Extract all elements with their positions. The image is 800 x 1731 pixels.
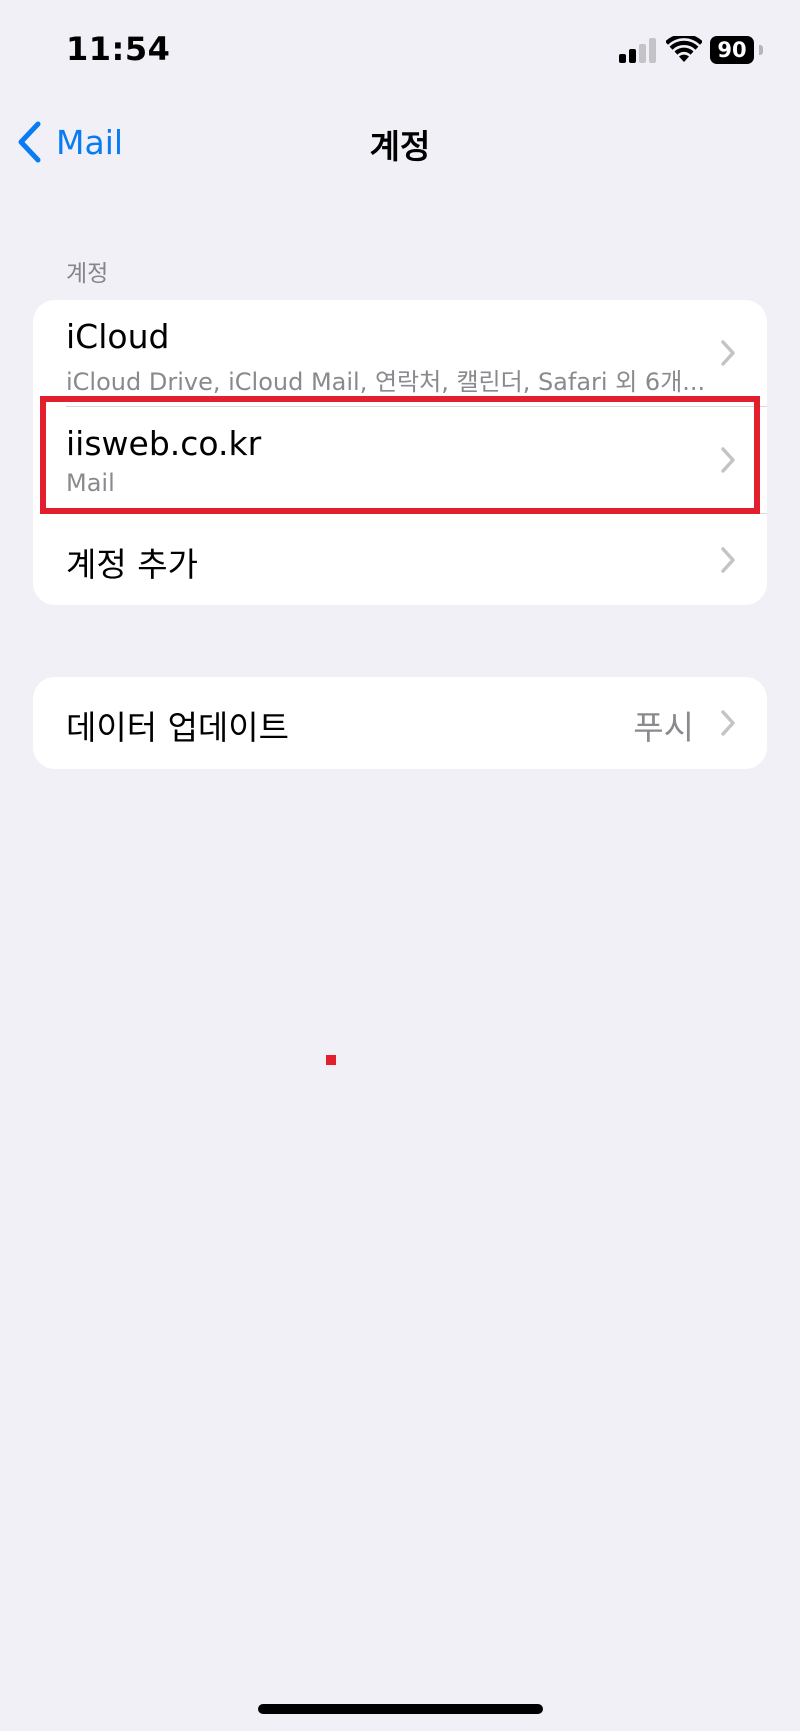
account-title: iCloud (66, 317, 170, 356)
account-row-iisweb[interactable]: iisweb.co.kr Mail (33, 407, 767, 513)
wifi-icon (665, 33, 703, 64)
accounts-list: iCloud iCloud Drive, iCloud Mail, 연락처, 캘… (33, 300, 767, 605)
click-marker (326, 1055, 336, 1065)
chevron-right-icon (721, 710, 735, 736)
chevron-right-icon (721, 547, 735, 573)
account-subtitle: Mail (66, 469, 115, 497)
page-title: 계정 (369, 127, 431, 166)
battery-icon: 90 (710, 36, 763, 64)
status-time: 11:54 (66, 30, 171, 68)
section-header-accounts: 계정 (66, 261, 109, 287)
add-account-label: 계정 추가 (66, 545, 198, 584)
chevron-right-icon (721, 340, 735, 366)
fetch-data-value: 푸시 (633, 708, 694, 747)
account-subtitle: iCloud Drive, iCloud Mail, 연락처, 캘린더, Saf… (66, 368, 706, 396)
fetch-data-label: 데이터 업데이트 (66, 708, 290, 747)
account-title: iisweb.co.kr (66, 424, 262, 463)
home-indicator[interactable] (258, 1704, 543, 1714)
fetch-data-group: 데이터 업데이트 푸시 (33, 677, 767, 769)
add-account-row[interactable]: 계정 추가 (33, 514, 767, 605)
account-row-icloud[interactable]: iCloud iCloud Drive, iCloud Mail, 연락처, 캘… (33, 300, 767, 406)
fetch-data-row[interactable]: 데이터 업데이트 푸시 (33, 677, 767, 769)
battery-level: 90 (710, 36, 754, 64)
chevron-right-icon (721, 447, 735, 473)
cellular-signal-icon (619, 37, 657, 63)
status-bar: 11:54 90 (0, 0, 800, 100)
